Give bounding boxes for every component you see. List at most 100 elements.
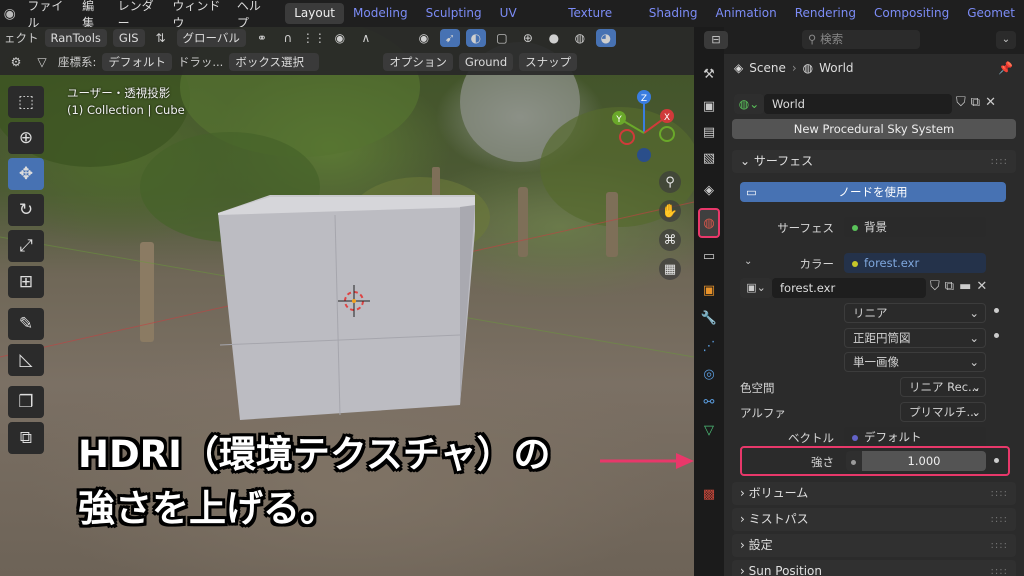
perspective-grid-icon[interactable]: ▦ <box>659 258 681 280</box>
tab-sculpting[interactable]: Sculpting <box>417 3 491 24</box>
collection-tab-icon[interactable]: ▭ <box>698 245 720 267</box>
wireframe-shading-icon[interactable]: ⊕ <box>518 29 538 47</box>
proportional-edit-icon[interactable]: ◉ <box>330 29 350 47</box>
surface-shader-field[interactable]: 背景 <box>844 217 986 237</box>
interpolation-select[interactable]: リニア ⌄ <box>844 303 986 323</box>
modifier-tab-icon[interactable]: 🔧 <box>698 307 720 329</box>
tab-layout[interactable]: Layout <box>285 3 345 24</box>
menu-render[interactable]: レンダー <box>110 0 165 31</box>
volume-panel-header[interactable]: › ボリューム :::: <box>732 482 1016 505</box>
pan-hand-icon[interactable]: ✋ <box>659 200 681 222</box>
gizmo-toggle-icon[interactable]: ➹ <box>439 29 460 47</box>
keyframe-dot-icon[interactable] <box>994 458 999 463</box>
strength-socket[interactable] <box>846 451 862 471</box>
visibility-eye-icon[interactable]: ◉ <box>414 29 434 47</box>
keyframe-dot-icon[interactable] <box>994 333 999 338</box>
3d-cursor-icon[interactable] <box>336 283 372 319</box>
image-duplicate-icon[interactable]: ⧉ <box>945 279 954 294</box>
rotate-tool-icon[interactable]: ↻ <box>8 194 44 226</box>
alpha-select[interactable]: プリマルチ... ⌄ <box>900 402 986 422</box>
gis-menu[interactable]: GIS <box>112 29 145 47</box>
pin-icon[interactable]: 📌 <box>998 61 1013 75</box>
new-procedural-sky-button[interactable]: New Procedural Sky System <box>732 119 1016 139</box>
material-shading-icon[interactable]: ◍ <box>570 29 590 47</box>
settings-panel-header[interactable]: › 設定 :::: <box>732 534 1016 557</box>
image-unlink-icon[interactable]: ✕ <box>976 279 987 294</box>
pivot-point-icon[interactable]: ⚭ <box>252 29 272 47</box>
rendered-shading-icon[interactable]: ◕ <box>595 29 616 47</box>
image-fake-user-icon[interactable]: ⛉ <box>930 279 940 294</box>
editor-type-icon[interactable]: ⊟ <box>704 31 728 49</box>
tab-texture-paint[interactable]: Texture Paint <box>559 3 640 41</box>
annotate-tool-icon[interactable]: ✎ <box>8 308 44 340</box>
mist-panel-header[interactable]: › ミストパス :::: <box>732 508 1016 531</box>
falloff-curve-icon[interactable]: ∧ <box>356 29 376 47</box>
3d-viewport[interactable]: ユーザー・透視投影 (1) Collection | Cube Z X Y ⚲ … <box>0 27 694 576</box>
tab-shading[interactable]: Shading <box>640 3 707 24</box>
snap-magnet-icon[interactable]: ∩ <box>278 29 298 47</box>
view-layer-tab-icon[interactable]: ▧ <box>698 147 720 169</box>
color-texture-field[interactable]: forest.exr <box>844 253 986 273</box>
overlay-toggle-icon[interactable]: ◐ <box>465 29 486 47</box>
drag-handle-icon[interactable]: :::: <box>991 482 1008 505</box>
source-select[interactable]: 単一画像 ⌄ <box>844 352 986 372</box>
constraints-tab-icon[interactable]: ⚯ <box>698 391 720 413</box>
cursor-tool-icon[interactable]: ⊕ <box>8 122 44 154</box>
render-tab-icon[interactable]: ▣ <box>698 95 720 117</box>
transform-tool-icon[interactable]: ⊞ <box>8 266 44 298</box>
world-type-icon[interactable]: ◍⌄ <box>734 94 764 114</box>
image-name-field[interactable]: forest.exr <box>772 278 926 298</box>
options-dropdown-icon[interactable]: ⌄ <box>996 31 1016 49</box>
fake-user-shield-icon[interactable]: ⛉ <box>956 95 966 110</box>
drag-handle-icon[interactable]: :::: <box>991 560 1008 576</box>
object-mode-label[interactable]: ェクト <box>4 30 39 46</box>
strength-value-field[interactable]: 1.000 <box>862 451 986 471</box>
snap-button[interactable]: スナップ <box>519 53 578 71</box>
drag-handle-icon[interactable]: :::: <box>991 508 1008 531</box>
tab-uv-editing[interactable]: UV Editing <box>491 3 560 41</box>
drag-handle-icon[interactable]: :::: <box>991 150 1008 173</box>
select-box-icon[interactable]: ⬚ <box>8 86 44 118</box>
keyframe-dot-icon[interactable] <box>994 308 999 313</box>
open-folder-icon[interactable]: ▬ <box>959 279 971 294</box>
tab-animation[interactable]: Animation <box>707 3 786 24</box>
camera-view-icon[interactable]: ⌘ <box>659 229 681 251</box>
duplicate-icon[interactable]: ⧉ <box>971 95 980 110</box>
tab-compositing[interactable]: Compositing <box>865 3 958 24</box>
menu-file[interactable]: ファイル <box>19 0 74 31</box>
custom-tool-icon[interactable]: ⧉ <box>8 422 44 454</box>
ground-button[interactable]: Ground <box>458 53 514 71</box>
add-cube-tool-icon[interactable]: ❒ <box>8 386 44 418</box>
tool-tab-icon[interactable]: ⚒ <box>698 63 720 85</box>
menu-help[interactable]: ヘルプ <box>229 0 274 31</box>
scale-tool-icon[interactable]: ⤢ <box>8 230 44 262</box>
rantools-menu[interactable]: RanTools <box>44 29 107 47</box>
search-input[interactable]: ⚲ 検索 <box>802 30 920 49</box>
colorspace-select[interactable]: リニア Rec... ⌄ <box>900 377 986 397</box>
texture-tab-icon[interactable]: ▩ <box>698 483 720 505</box>
menu-edit[interactable]: 編集 <box>74 0 109 31</box>
scene-tab-icon[interactable]: ◈ <box>698 179 720 201</box>
tab-geometry[interactable]: Geomet <box>958 3 1024 24</box>
options-menu[interactable]: オプション <box>383 53 453 71</box>
output-tab-icon[interactable]: ▤ <box>698 121 720 143</box>
unlink-close-icon[interactable]: ✕ <box>985 95 996 110</box>
data-tab-icon[interactable]: ▽ <box>698 419 720 441</box>
move-tool-icon[interactable]: ✥ <box>8 158 44 190</box>
physics-tab-icon[interactable]: ◎ <box>698 363 720 385</box>
world-tab-icon[interactable]: ◍ <box>698 208 720 238</box>
coord-system-select[interactable]: デフォルト <box>102 53 172 71</box>
image-browse-icon[interactable]: ▣⌄ <box>740 278 772 298</box>
solid-shading-icon[interactable]: ● <box>544 29 564 47</box>
zoom-icon[interactable]: ⚲ <box>659 171 681 193</box>
use-nodes-button[interactable]: ▭ ノードを使用 <box>740 182 1006 202</box>
blender-logo-icon[interactable]: ◉ <box>0 6 19 22</box>
measure-tool-icon[interactable]: ◺ <box>8 344 44 376</box>
transform-orientation-select[interactable]: グローバル <box>176 29 246 47</box>
xray-icon[interactable]: ▢ <box>492 29 512 47</box>
select-mode-select[interactable]: ボックス選択 <box>229 53 320 71</box>
drag-handle-icon[interactable]: :::: <box>991 534 1008 557</box>
snap-increment-icon[interactable]: ⋮⋮ <box>302 29 326 47</box>
object-tab-icon[interactable]: ▣ <box>698 279 720 301</box>
filter-icon[interactable]: ▽ <box>32 53 52 71</box>
